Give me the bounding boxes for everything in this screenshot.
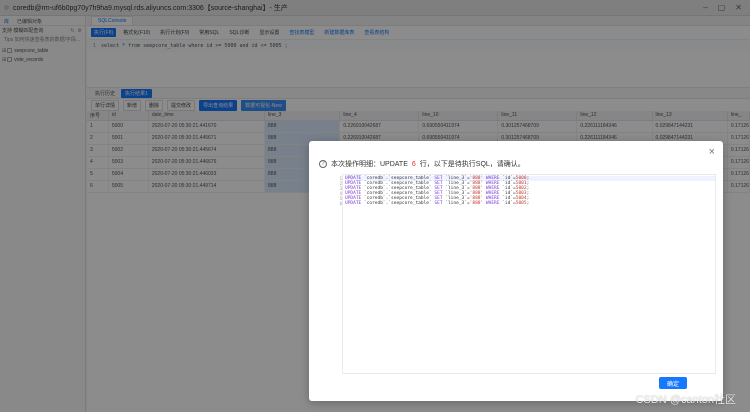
sql-token: 5005 bbox=[515, 201, 527, 206]
dialog-title: ? 本次操作明细：UPDATE 6 行，以下是待执行SQL，请确认。 bbox=[319, 159, 525, 169]
title-suffix: 行，以下是待执行SQL，请确认。 bbox=[419, 161, 525, 168]
line-gutter: 123456 bbox=[339, 176, 342, 206]
sql-token: WHERE bbox=[483, 201, 503, 206]
sql-token: `id` bbox=[502, 201, 514, 206]
sql-token: `coredb`.`seepcore_table` bbox=[363, 201, 432, 206]
sql-token: ; bbox=[526, 201, 530, 206]
sql-token: '888' bbox=[469, 201, 484, 206]
affected-row-count: 6 bbox=[411, 160, 416, 168]
question-icon: ? bbox=[319, 160, 327, 168]
sql-line: UPDATE `coredb`.`seepcore_table` SET `li… bbox=[345, 201, 529, 206]
watermark-text: CSDN @canton社区 bbox=[635, 394, 736, 406]
confirm-button[interactable]: 确定 bbox=[659, 377, 687, 389]
title-prefix: 本次操作明细：UPDATE bbox=[331, 161, 408, 168]
confirm-sql-dialog: × ? 本次操作明细：UPDATE 6 行，以下是待执行SQL，请确认。 123… bbox=[309, 141, 723, 401]
sql-token: SET bbox=[431, 201, 446, 206]
close-icon[interactable]: × bbox=[709, 146, 715, 158]
sql-token: `line_3` bbox=[445, 201, 467, 206]
sql-token: UPDATE bbox=[345, 201, 364, 206]
sql-lines: UPDATE `coredb`.`seepcore_table` SET `li… bbox=[345, 176, 715, 206]
sql-preview[interactable]: 123456 UPDATE `coredb`.`seepcore_table` … bbox=[340, 174, 716, 374]
